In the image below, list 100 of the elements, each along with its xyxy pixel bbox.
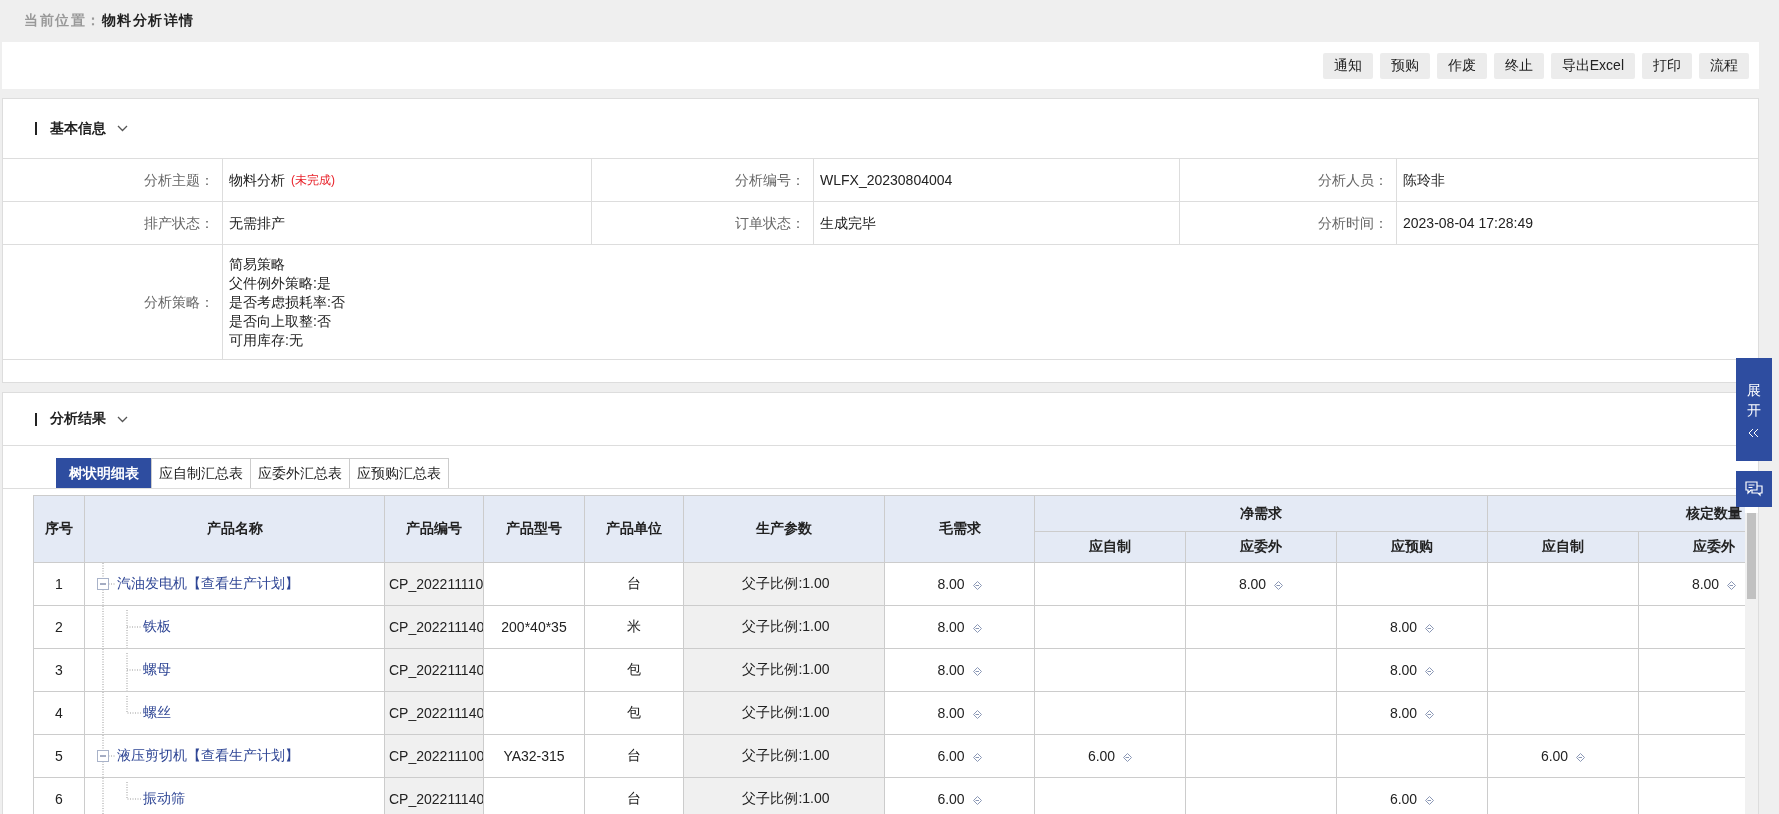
double-chevron-left-icon [1748, 428, 1760, 439]
chevron-down-icon[interactable] [117, 125, 128, 132]
diamond-arrow-icon[interactable] [1123, 752, 1133, 762]
table-cell: 父子比例:1.00 [683, 605, 885, 649]
field-label: 分析主题： [3, 159, 223, 202]
tab[interactable]: 应预购汇总表 [349, 458, 449, 488]
table-cell: 3 [33, 648, 85, 692]
production-plan-link[interactable]: 【查看生产计划】 [187, 747, 299, 765]
title-marker [35, 412, 37, 426]
quantity-value: 8.00 [1691, 576, 1720, 592]
quantity-value: 6.00 [1389, 791, 1418, 807]
quantity-value: 8.00 [937, 619, 965, 635]
chat-icon [1745, 481, 1763, 497]
diamond-arrow-icon[interactable] [1274, 580, 1284, 590]
column-group-header: 核定数量 [1487, 495, 1745, 532]
product-link[interactable]: 汽油发电机 [117, 575, 187, 593]
table-cell: 台 [584, 562, 684, 606]
table-cell: YA32-315 [503, 748, 565, 764]
section-title: 分析结果 [50, 410, 106, 428]
toolbar-button[interactable]: 预购 [1379, 52, 1430, 79]
collapse-icon[interactable] [97, 563, 117, 605]
tab[interactable]: 应自制汇总表 [151, 458, 251, 488]
column-header: 产品型号 [483, 495, 585, 563]
table-cell: 父子比例:1.00 [683, 648, 885, 692]
breadcrumb-current: 物料分析详情 [101, 12, 195, 30]
product-link[interactable]: 铁板 [143, 618, 171, 636]
table-cell: 6 [33, 777, 85, 814]
strategy-line: 可用库存:无 [229, 330, 303, 350]
quantity-value: 6.00 [937, 748, 965, 764]
diamond-arrow-icon[interactable] [972, 580, 982, 590]
diamond-arrow-icon[interactable] [1727, 580, 1737, 590]
product-link[interactable]: 螺丝 [143, 704, 171, 722]
diamond-arrow-icon[interactable] [1425, 795, 1435, 805]
column-header: 序号 [33, 495, 85, 563]
quantity-value: 8.00 [1389, 705, 1418, 721]
diamond-arrow-icon[interactable] [972, 666, 982, 676]
quantity-value: 6.00 [937, 791, 965, 807]
toolbar-button[interactable]: 作废 [1436, 52, 1487, 79]
column-header: 产品编号 [384, 495, 484, 563]
diamond-arrow-icon[interactable] [1576, 752, 1586, 762]
chat-button[interactable] [1736, 471, 1772, 507]
quantity-value: 6.00 [1087, 748, 1116, 764]
toolbar-button[interactable]: 导出Excel [1550, 52, 1635, 79]
status-note: (未完成) [291, 172, 335, 189]
product-link[interactable]: 液压剪切机 [117, 747, 187, 765]
table-cell: 4 [33, 691, 85, 735]
strategy-line: 父件例外策略:是 [229, 273, 331, 293]
field-label: 分析人员： [1180, 159, 1397, 202]
quantity-value: 8.00 [937, 705, 965, 721]
diamond-arrow-icon[interactable] [972, 623, 982, 633]
table-cell: 包 [584, 691, 684, 735]
table-cell: 父子比例:1.00 [683, 562, 885, 606]
quantity-value: 8.00 [1389, 662, 1418, 678]
field-label: 排产状态： [3, 202, 223, 245]
field-value: 陈玲非 [1403, 171, 1445, 190]
tab[interactable]: 树状明细表 [56, 458, 152, 488]
column-header: 应自制 [1034, 531, 1186, 563]
table-cell: 2 [33, 605, 85, 649]
column-header: 应委外 [1185, 531, 1337, 563]
table-cell: 1 [33, 562, 85, 606]
collapse-icon[interactable] [97, 735, 117, 777]
field-value: 无需排产 [229, 214, 285, 233]
diamond-arrow-icon[interactable] [972, 709, 982, 719]
table-cell: 父子比例:1.00 [683, 777, 885, 814]
column-header: 毛需求 [884, 495, 1035, 563]
diamond-arrow-icon[interactable] [972, 795, 982, 805]
product-link[interactable]: 螺母 [143, 661, 171, 679]
product-link[interactable]: 振动筛 [143, 790, 185, 808]
table-cell: 包 [584, 648, 684, 692]
strategy-line: 简易策略 [229, 254, 285, 274]
column-header: 应预购 [1336, 531, 1488, 563]
table-cell: 米 [584, 605, 684, 649]
quantity-value: 8.00 [1389, 619, 1418, 635]
expand-panel-button[interactable]: 展开 [1736, 358, 1772, 461]
field-value: 2023-08-04 17:28:49 [1403, 214, 1533, 233]
toolbar-button[interactable]: 终止 [1493, 52, 1544, 79]
column-header: 应自制 [1487, 531, 1639, 563]
toolbar-button[interactable]: 打印 [1642, 52, 1692, 79]
field-label: 分析策略： [3, 245, 223, 360]
quantity-value: 6.00 [1540, 748, 1569, 764]
title-marker [35, 122, 37, 135]
toolbar-button[interactable]: 通知 [1322, 52, 1373, 79]
chevron-down-icon[interactable] [117, 415, 128, 423]
column-header: 产品名称 [84, 495, 385, 563]
toolbar-button[interactable]: 流程 [1699, 52, 1749, 79]
section-title: 基本信息 [50, 119, 106, 138]
table-cell: 父子比例:1.00 [683, 734, 885, 778]
column-header: 应委外 [1638, 531, 1745, 563]
field-label: 分析编号： [592, 159, 814, 202]
scrollbar-thumb[interactable] [1747, 513, 1756, 599]
production-plan-link[interactable]: 【查看生产计划】 [187, 575, 299, 593]
scrollbar[interactable] [1745, 513, 1758, 814]
strategy-line: 是否考虑损耗率:否 [229, 292, 345, 312]
column-header: 产品单位 [584, 495, 684, 563]
table-cell: 父子比例:1.00 [683, 691, 885, 735]
diamond-arrow-icon[interactable] [1425, 623, 1435, 633]
field-value: 生成完毕 [820, 214, 876, 233]
diamond-arrow-icon[interactable] [1425, 709, 1435, 719]
diamond-arrow-icon[interactable] [1425, 666, 1435, 676]
diamond-arrow-icon[interactable] [972, 752, 982, 762]
